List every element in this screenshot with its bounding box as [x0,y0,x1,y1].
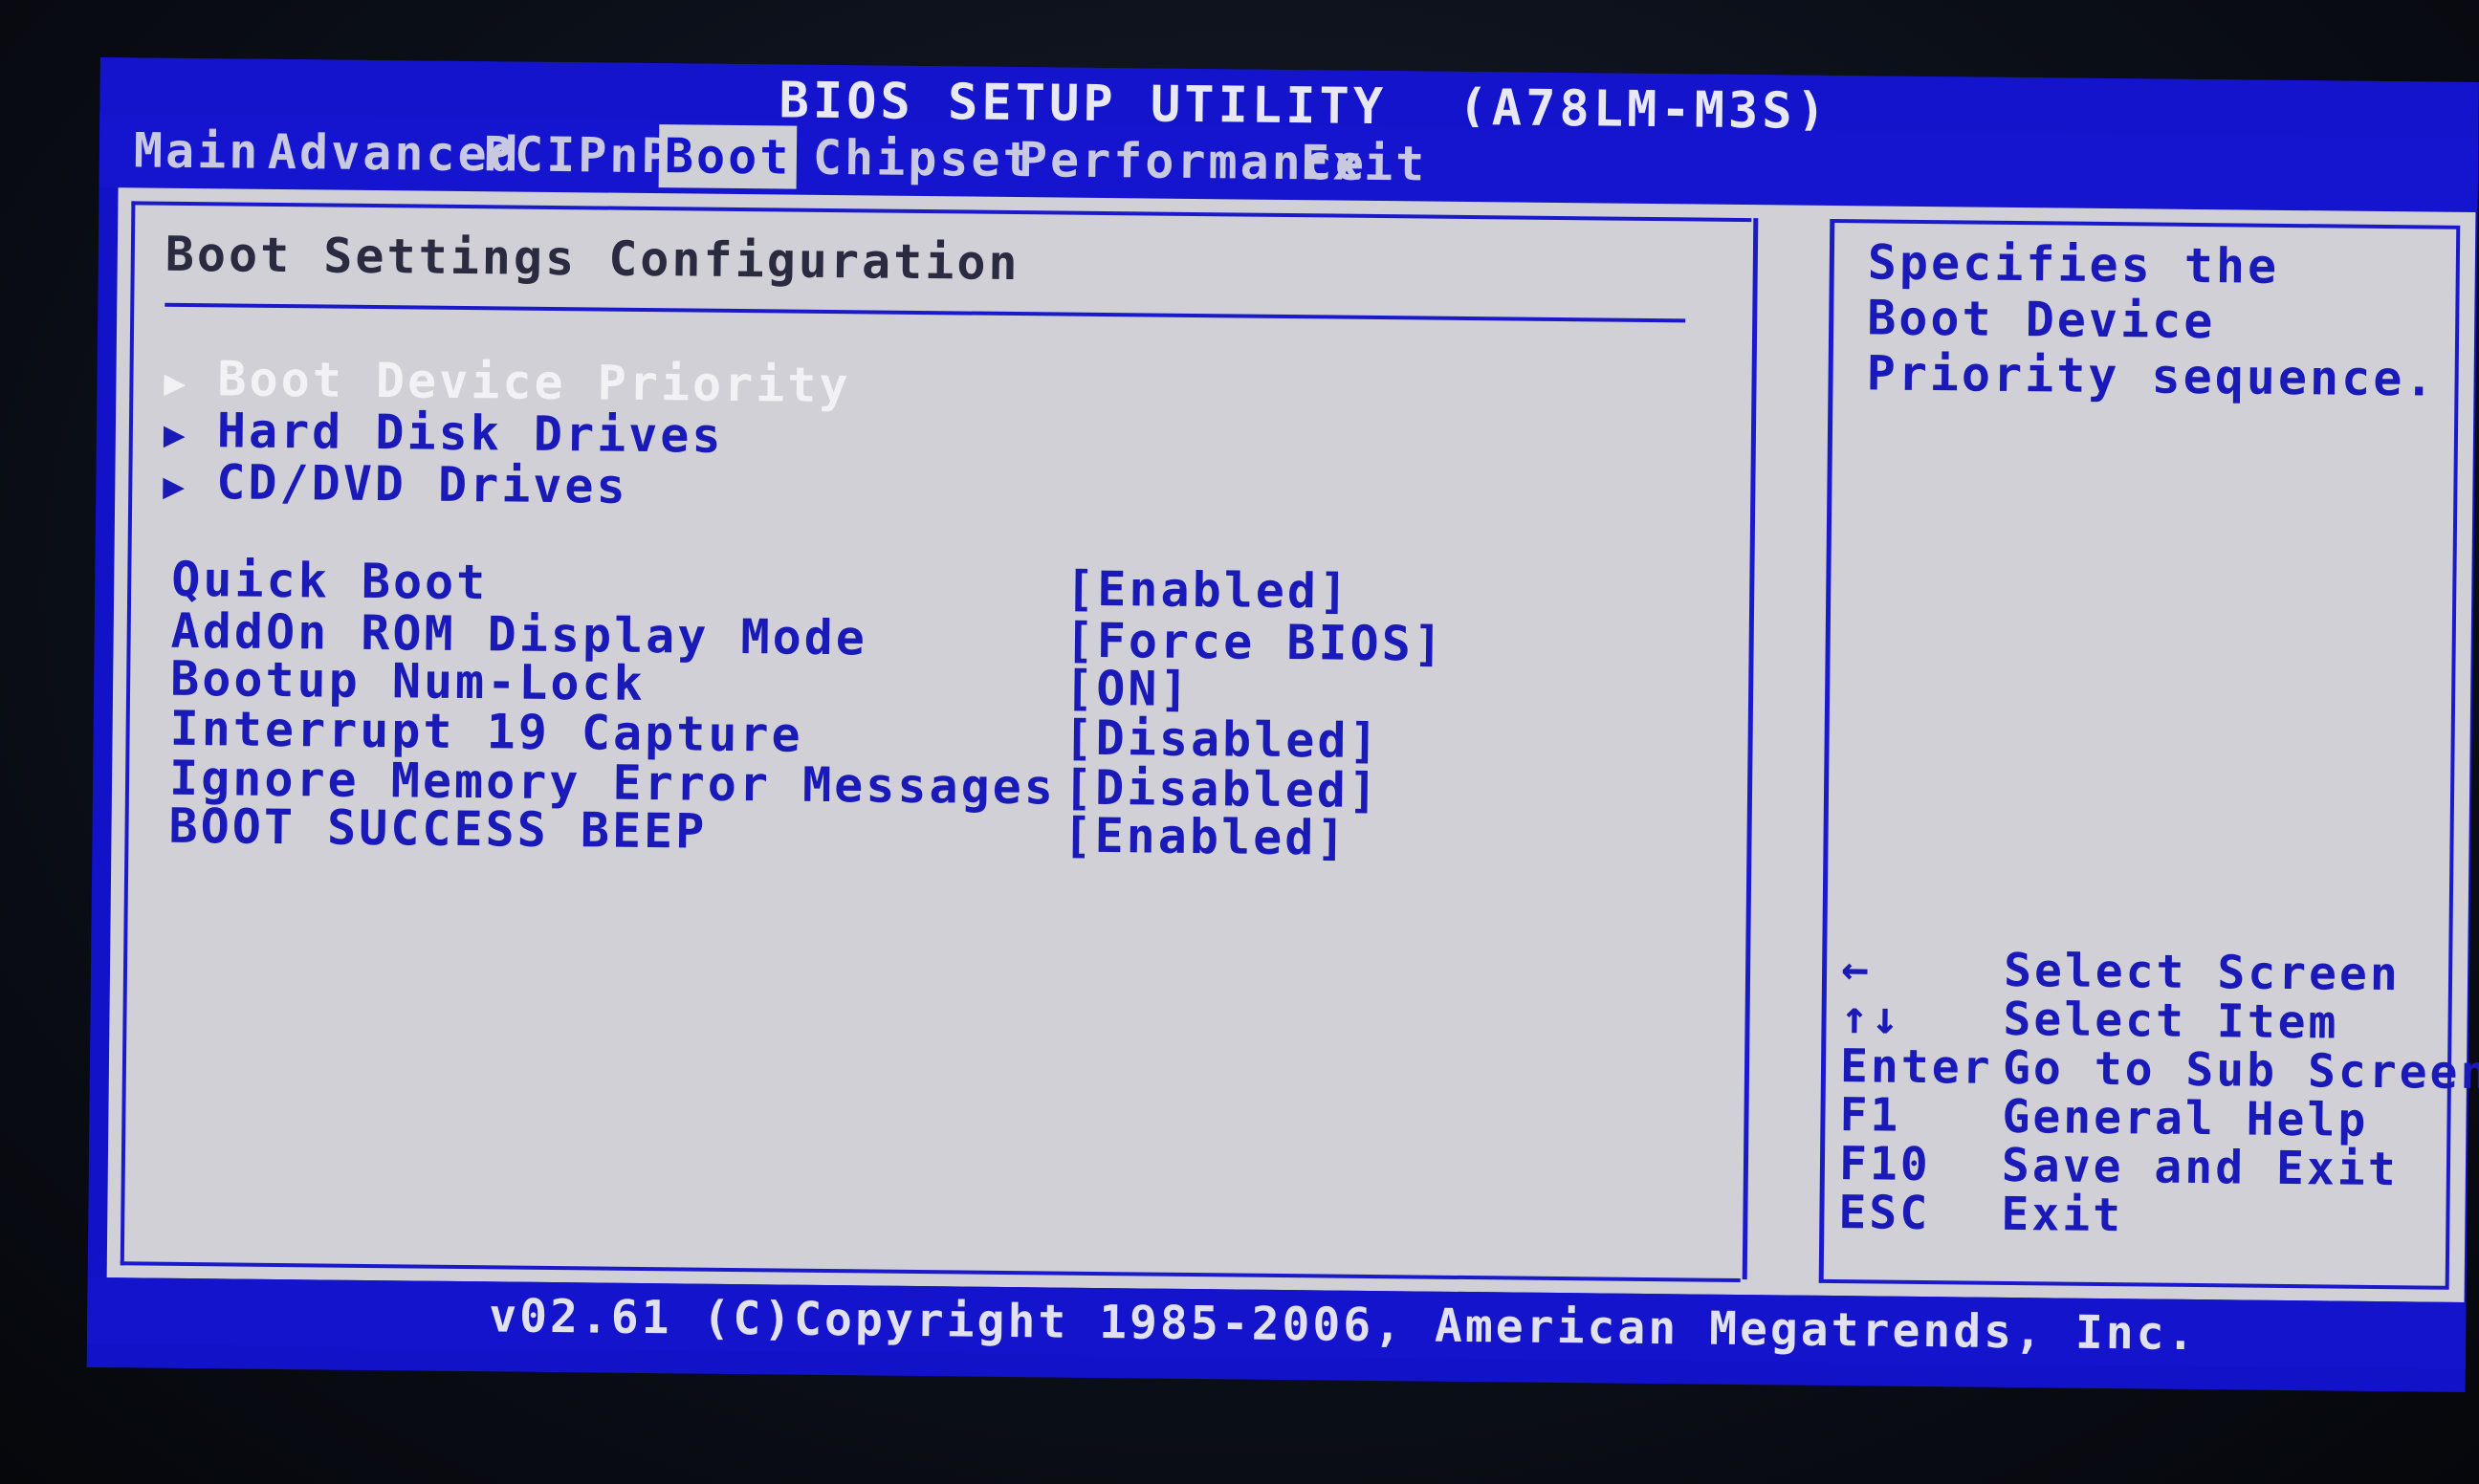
tab-exit[interactable]: Exit [1295,131,1434,196]
setting-value[interactable]: [Enabled] [1065,561,1351,620]
key-name: Enter [1839,1039,1993,1095]
triangle-right-icon: ▶ [163,464,188,507]
arrow-up-down-icon: ↑↓ [1840,991,1902,1045]
help-line: Priority sequence. [1866,345,2437,407]
tab-chipset[interactable]: Chipset [807,126,1041,192]
tab-pcipnp[interactable]: PCIPnP [477,122,679,187]
setting-label: BOOT SUCCESS BEEP [168,797,708,860]
tab-main[interactable]: Main [128,119,267,184]
bios-screen: BIOS SETUP UTILITY (A78LM-M3S) Main Adva… [86,57,2479,1392]
key-name: F10 [1838,1137,1931,1192]
help-line: Specifies the [1867,234,2280,295]
triangle-right-icon: ▶ [163,412,189,455]
monitor-bezel: BIOS SETUP UTILITY (A78LM-M3S) Main Adva… [0,0,2479,1484]
submenu-label: CD/DVD Drives [216,454,628,514]
key-name: ESC [1838,1186,1931,1241]
tab-boot[interactable]: Boot [658,124,798,189]
help-description: Specifies the Boot Device Priority seque… [1866,234,2442,406]
setting-value[interactable]: [Enabled] [1063,808,1349,866]
copyright-text: v02.61 (C)Copyright 1985-2006, American … [488,1289,2198,1362]
key-legend-row: ← Select Screen [1841,942,2401,1001]
key-legend-row: ESC Exit [1838,1186,2123,1242]
key-description: Exit [2001,1187,2124,1243]
section-title: Boot Settings Configuration [165,226,1020,292]
setting-value[interactable]: [ON] [1064,661,1192,717]
key-legend-row: F1 General Help [1839,1088,2368,1147]
key-legend-row: Enter Go to Sub Screen [1840,1039,2479,1100]
setting-label: Quick Boot [170,551,489,611]
key-name: F1 [1839,1088,1901,1143]
key-legend-row: F10 Save and Exit [1839,1137,2399,1196]
content-area: Boot Settings Configuration ▶ Boot Device… [106,187,2479,1302]
submenu-cd-dvd-drives[interactable]: ▶ CD/DVD Drives [163,454,628,514]
arrow-left-icon: ← [1840,942,1873,996]
triangle-right-icon: ▶ [164,360,189,404]
key-legend-row: ↑↓ Select Item [1840,991,2338,1049]
help-line: Boot Device [1866,290,2216,350]
